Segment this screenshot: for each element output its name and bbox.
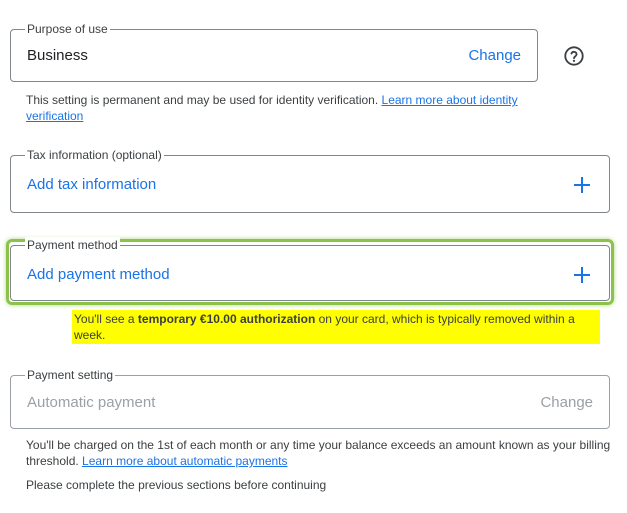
- help-circle-icon[interactable]: [563, 45, 585, 67]
- purpose-of-use-field: Purpose of use Business Change: [10, 21, 538, 82]
- plus-icon[interactable]: [573, 266, 591, 284]
- plus-icon[interactable]: [573, 176, 591, 194]
- purpose-note: This setting is permanent and may be use…: [26, 92, 566, 124]
- tax-information-field[interactable]: Tax information (optional) Add tax infor…: [10, 147, 610, 213]
- payment-setting-label: Payment setting: [25, 367, 116, 383]
- learn-more-automatic-payments-link[interactable]: Learn more about automatic payments: [82, 454, 287, 468]
- purpose-of-use-label: Purpose of use: [25, 21, 110, 37]
- purpose-change-button[interactable]: Change: [468, 46, 521, 66]
- payment-method-label: Payment method: [25, 237, 120, 253]
- add-tax-information-link[interactable]: Add tax information: [27, 175, 156, 195]
- payment-method-field[interactable]: Payment method Add payment method: [10, 237, 610, 301]
- purpose-of-use-value: Business: [27, 47, 88, 64]
- authorization-note-amount: temporary €10.00 authorization: [137, 312, 316, 326]
- purpose-note-text: This setting is permanent and may be use…: [26, 93, 382, 107]
- payment-setting-field: Payment setting Automatic payment Change: [10, 367, 610, 429]
- payment-setting-note: You'll be charged on the 1st of each mon…: [26, 437, 616, 469]
- authorization-note: You'll see a temporary €10.00 authorizat…: [72, 310, 600, 344]
- payment-setting-change-button: Change: [540, 394, 593, 411]
- tax-information-label: Tax information (optional): [25, 147, 164, 163]
- footer-message: Please complete the previous sections be…: [26, 478, 327, 492]
- add-payment-method-link[interactable]: Add payment method: [27, 265, 170, 285]
- payment-setting-value: Automatic payment: [27, 394, 156, 411]
- authorization-note-before: You'll see a: [74, 312, 138, 326]
